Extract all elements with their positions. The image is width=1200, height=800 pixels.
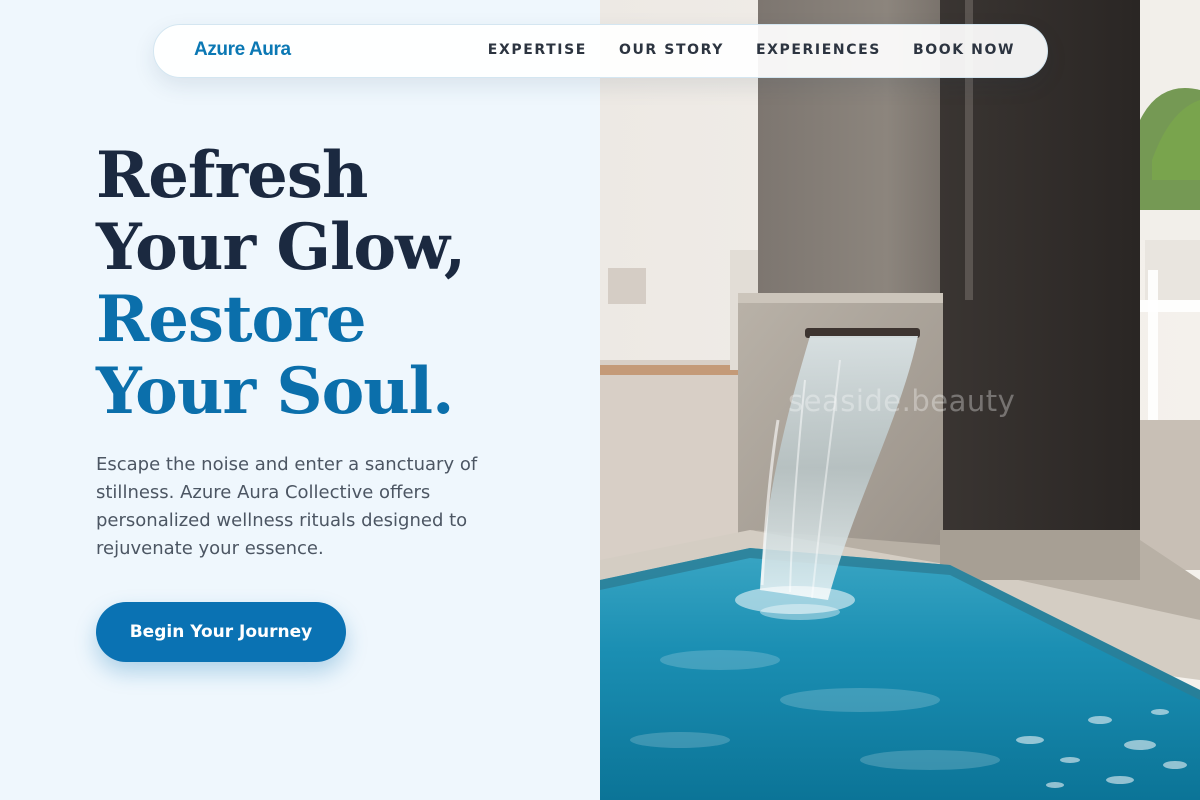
headline-line-1: Refresh <box>96 138 368 213</box>
begin-journey-button[interactable]: Begin Your Journey <box>96 602 346 662</box>
nav-links: EXPERTISE OUR STORY EXPERIENCES BOOK NOW <box>488 42 1015 58</box>
hero-image: seaside.beauty <box>600 0 1200 800</box>
nav-link-expertise[interactable]: EXPERTISE <box>488 42 587 58</box>
headline-line-2: Your Glow, <box>96 210 466 285</box>
hero-subtitle: Escape the noise and enter a sanctuary o… <box>96 454 478 559</box>
watermark-text: seaside.beauty <box>788 384 1016 418</box>
brand-logo[interactable]: Azure Aura <box>194 39 291 61</box>
headline-line-3: Restore <box>96 282 367 357</box>
nav-link-book-now[interactable]: BOOK NOW <box>913 42 1015 58</box>
headline-line-4: Your Soul. <box>96 354 454 429</box>
nav-link-our-story[interactable]: OUR STORY <box>619 42 724 58</box>
nav-link-experiences[interactable]: EXPERIENCES <box>756 42 881 58</box>
top-navbar: Azure Aura EXPERTISE OUR STORY EXPERIENC… <box>153 24 1048 78</box>
hero-headline: Refresh Your Glow, Restore Your Soul. <box>96 140 576 428</box>
